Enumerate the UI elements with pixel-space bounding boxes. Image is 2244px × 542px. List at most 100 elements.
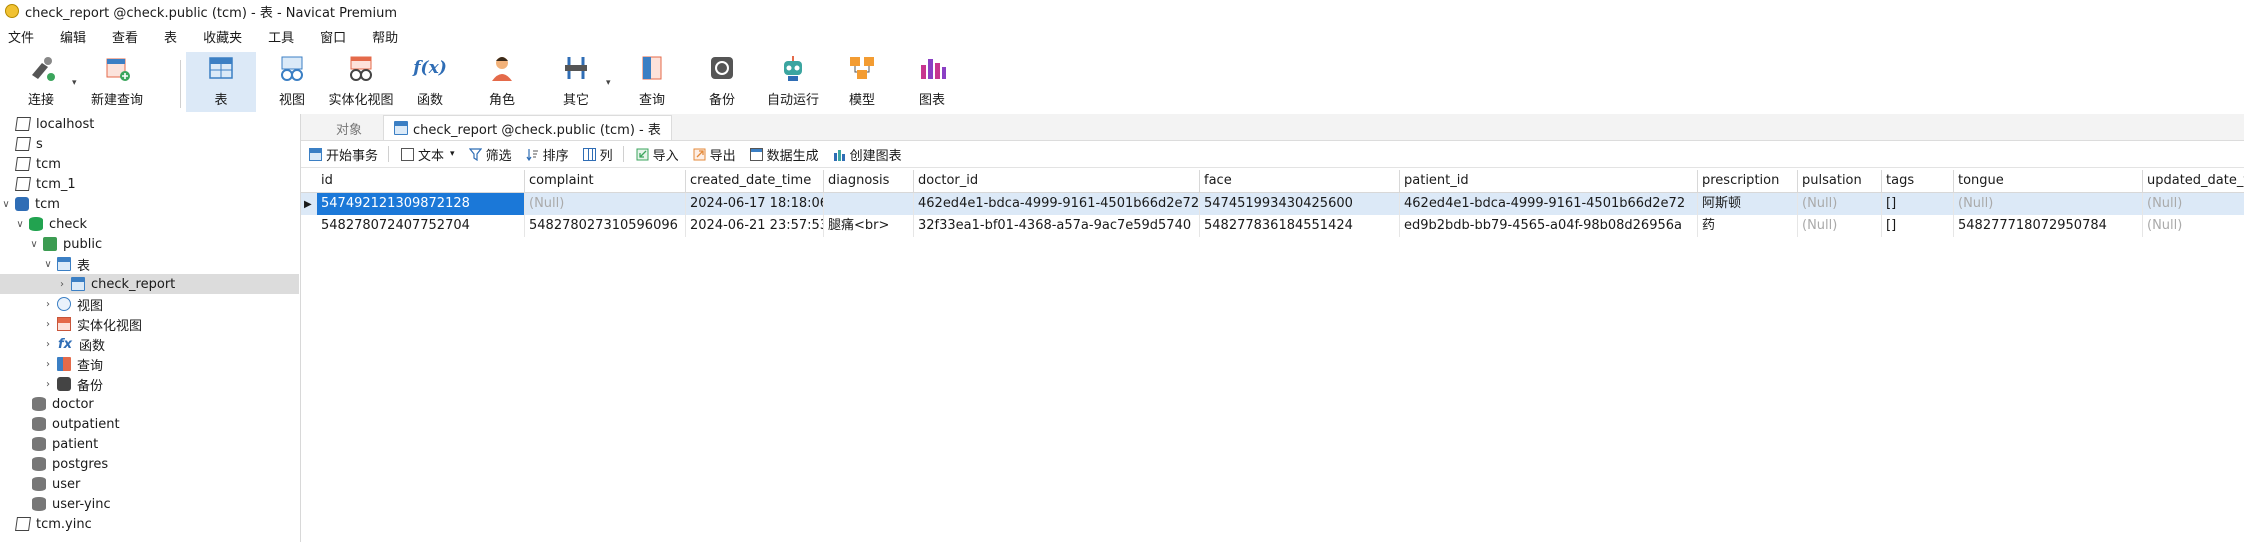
menu-view[interactable]: 查看 bbox=[112, 27, 138, 46]
tree-connection-tcm-postgres[interactable]: ∨ tcm bbox=[0, 194, 299, 214]
column-header-updated-date-time[interactable]: updated_date_t bbox=[2143, 170, 2244, 192]
cell-prescription[interactable]: 药 bbox=[1698, 215, 1798, 237]
tree-table-check-report[interactable]: › check_report bbox=[0, 274, 299, 294]
chevron-right-icon[interactable]: › bbox=[42, 379, 54, 390]
tree-folder-materialized-views[interactable]: › 实体化视图 bbox=[0, 314, 299, 334]
menu-edit[interactable]: 编辑 bbox=[60, 27, 86, 46]
toolbar-query-button[interactable]: 查询 bbox=[632, 52, 672, 112]
tab-objects[interactable]: 对象 bbox=[315, 116, 383, 140]
toolbar-materialized-view-button[interactable]: 实体化视图 bbox=[328, 52, 394, 112]
toolbar-function-button[interactable]: f(x) 函数 bbox=[410, 52, 450, 112]
menu-favorites[interactable]: 收藏夹 bbox=[203, 27, 242, 46]
filter-button[interactable]: 筛选 bbox=[468, 145, 512, 164]
cell-doctor-id[interactable]: 32f33ea1-bf01-4368-a57a-9ac7e59d5740 bbox=[914, 215, 1200, 237]
toolbar-table-button[interactable]: 表 bbox=[186, 52, 256, 112]
toolbar-model-button[interactable]: 模型 bbox=[842, 52, 882, 112]
column-header-doctor-id[interactable]: doctor_id bbox=[914, 170, 1200, 192]
chevron-down-icon[interactable]: ∨ bbox=[14, 219, 26, 230]
cell-patient-id[interactable]: 462ed4e1-bdca-4999-9161-4501b66d2e72 bbox=[1400, 193, 1698, 215]
chevron-down-icon[interactable]: ∨ bbox=[28, 239, 40, 250]
toolbar-backup-button[interactable]: 备份 bbox=[702, 52, 742, 112]
column-header-prescription[interactable]: prescription bbox=[1698, 170, 1798, 192]
column-header-complaint[interactable]: complaint bbox=[525, 170, 686, 192]
menu-table[interactable]: 表 bbox=[164, 27, 177, 46]
chevron-right-icon[interactable]: › bbox=[42, 339, 54, 350]
menu-file[interactable]: 文件 bbox=[8, 27, 34, 46]
cell-id[interactable]: 547492121309872128 bbox=[317, 193, 525, 215]
tab-check-report-table[interactable]: check_report @check.public (tcm) - 表 bbox=[383, 115, 672, 140]
tree-database-patient[interactable]: patient bbox=[0, 434, 299, 454]
cell-doctor-id[interactable]: 462ed4e1-bdca-4999-9161-4501b66d2e72 bbox=[914, 193, 1200, 215]
cell-updated-date-time[interactable]: (Null) bbox=[2143, 215, 2244, 237]
tree-schema-public[interactable]: ∨ public bbox=[0, 234, 299, 254]
column-header-diagnosis[interactable]: diagnosis bbox=[824, 170, 914, 192]
cell-pulsation[interactable]: (Null) bbox=[1798, 215, 1882, 237]
menu-tools[interactable]: 工具 bbox=[268, 27, 294, 46]
chevron-right-icon[interactable]: › bbox=[42, 299, 54, 310]
tree-database-user[interactable]: user bbox=[0, 474, 299, 494]
cell-diagnosis[interactable]: 腿痛<br> bbox=[824, 215, 914, 237]
column-header-tongue[interactable]: tongue bbox=[1954, 170, 2143, 192]
chevron-down-icon[interactable]: ∨ bbox=[0, 199, 12, 210]
cell-id[interactable]: 548278072407752704 bbox=[317, 215, 525, 237]
tree-database-user-yinc[interactable]: user-yinc bbox=[0, 494, 299, 514]
tree-database-doctor[interactable]: doctor bbox=[0, 394, 299, 414]
column-header-pulsation[interactable]: pulsation bbox=[1798, 170, 1882, 192]
chevron-down-icon[interactable]: ∨ bbox=[42, 259, 54, 270]
cell-diagnosis[interactable] bbox=[824, 193, 914, 215]
table-row[interactable]: ▶ 547492121309872128 (Null) 2024-06-17 1… bbox=[301, 193, 2244, 215]
connection-dropdown-caret[interactable]: ▾ bbox=[72, 78, 77, 88]
table-row[interactable]: 548278072407752704 548278027310596096 20… bbox=[301, 215, 2244, 237]
cell-complaint[interactable]: 548278027310596096 bbox=[525, 215, 686, 237]
tree-database-check[interactable]: ∨ check bbox=[0, 214, 299, 234]
cell-tongue[interactable]: 548277718072950784 bbox=[1954, 215, 2143, 237]
column-header-face[interactable]: face bbox=[1200, 170, 1400, 192]
toolbar-chart-button[interactable]: 图表 bbox=[912, 52, 952, 112]
toolbar-role-button[interactable]: 角色 bbox=[482, 52, 522, 112]
tree-connection-s[interactable]: s bbox=[0, 134, 299, 154]
tree-folder-tables[interactable]: ∨ 表 bbox=[0, 254, 299, 274]
sort-button[interactable]: 排序 bbox=[526, 145, 569, 164]
export-button[interactable]: 导出 bbox=[693, 145, 736, 164]
tree-database-postgres[interactable]: postgres bbox=[0, 454, 299, 474]
tree-database-outpatient[interactable]: outpatient bbox=[0, 414, 299, 434]
toolbar-view-button[interactable]: 视图 bbox=[272, 52, 312, 112]
tree-folder-views[interactable]: › 视图 bbox=[0, 294, 299, 314]
toolbar-new-query-button[interactable]: 新建查询 bbox=[88, 52, 146, 112]
column-header-id[interactable]: id bbox=[317, 170, 525, 192]
column-header-patient-id[interactable]: patient_id bbox=[1400, 170, 1698, 192]
column-header-created-date-time[interactable]: created_date_time bbox=[686, 170, 824, 192]
tree-folder-backups[interactable]: › 备份 bbox=[0, 374, 299, 394]
chevron-right-icon[interactable]: › bbox=[56, 279, 68, 290]
chevron-right-icon[interactable]: › bbox=[42, 319, 54, 330]
cell-created-date-time[interactable]: 2024-06-21 23:57:53 bbox=[686, 215, 824, 237]
tree-connection-tcm-1[interactable]: tcm_1 bbox=[0, 174, 299, 194]
toolbar-connection-button[interactable]: 连接 bbox=[18, 52, 64, 112]
chevron-down-icon[interactable]: ▾ bbox=[450, 149, 455, 159]
cell-tags[interactable]: [] bbox=[1882, 193, 1954, 215]
tree-connection-tcm-yinc[interactable]: tcm.yinc bbox=[0, 514, 299, 534]
other-dropdown-caret[interactable]: ▾ bbox=[606, 78, 611, 88]
cell-patient-id[interactable]: ed9b2bdb-bb79-4565-a04f-98b08d26956a bbox=[1400, 215, 1698, 237]
create-chart-button[interactable]: 创建图表 bbox=[833, 145, 902, 164]
tree-connection-localhost[interactable]: localhost bbox=[0, 114, 299, 134]
toolbar-automation-button[interactable]: 自动运行 bbox=[764, 52, 822, 112]
menu-help[interactable]: 帮助 bbox=[372, 27, 398, 46]
columns-button[interactable]: 列 bbox=[582, 145, 613, 164]
toolbar-other-button[interactable]: 其它 bbox=[556, 52, 596, 112]
column-header-tags[interactable]: tags bbox=[1882, 170, 1954, 192]
cell-updated-date-time[interactable]: (Null) bbox=[2143, 193, 2244, 215]
cell-face[interactable]: 547451993430425600 bbox=[1200, 193, 1400, 215]
text-view-button[interactable]: 文本 ▾ bbox=[401, 145, 455, 164]
cell-prescription[interactable]: 阿斯顿 bbox=[1698, 193, 1798, 215]
menu-window[interactable]: 窗口 bbox=[320, 27, 346, 46]
cell-complaint[interactable]: (Null) bbox=[525, 193, 686, 215]
chevron-right-icon[interactable]: › bbox=[42, 359, 54, 370]
cell-created-date-time[interactable]: 2024-06-17 18:18:06 bbox=[686, 193, 824, 215]
begin-transaction-button[interactable]: 开始事务 bbox=[309, 145, 378, 164]
data-generation-button[interactable]: 数据生成 bbox=[749, 145, 819, 164]
cell-face[interactable]: 548277836184551424 bbox=[1200, 215, 1400, 237]
tree-connection-tcm[interactable]: tcm bbox=[0, 154, 299, 174]
import-button[interactable]: 导入 bbox=[636, 145, 679, 164]
tree-folder-functions[interactable]: › fx 函数 bbox=[0, 334, 299, 354]
